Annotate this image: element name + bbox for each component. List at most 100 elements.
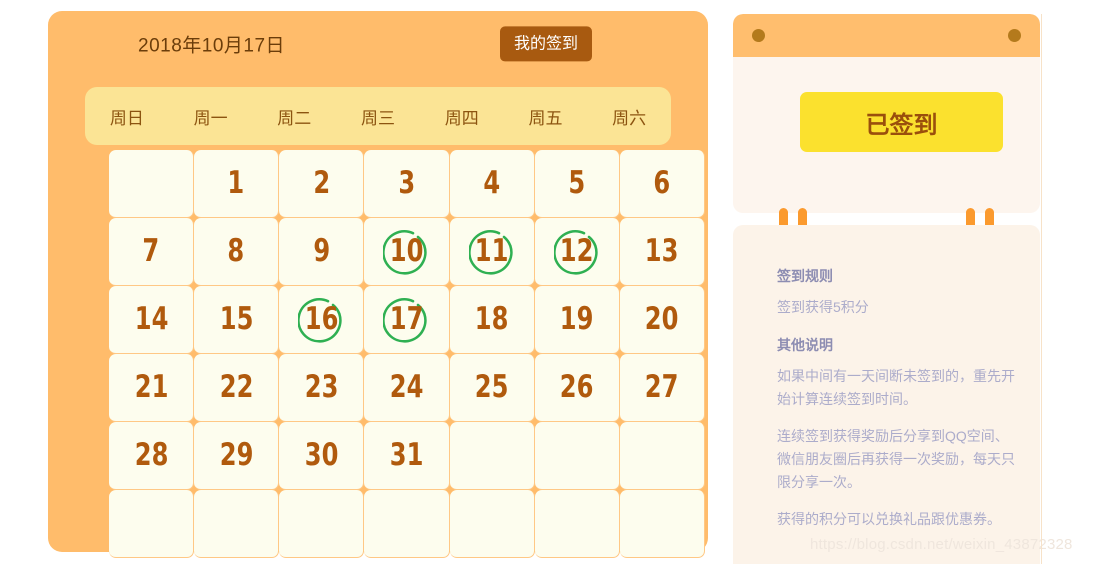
calendar-empty-cell: [364, 490, 450, 558]
calendar-day-cell[interactable]: 17: [364, 286, 450, 354]
calendar-day-cell[interactable]: 10: [364, 218, 450, 286]
calendar-day-cell[interactable]: 1: [194, 150, 280, 218]
calendar-day-cell[interactable]: 22: [194, 354, 280, 422]
weekday-header-cell: 周五: [528, 108, 563, 128]
calendar-day-number: 29: [219, 437, 254, 473]
binder-hole-left-icon: [752, 29, 765, 42]
checkin-card-topbar: [733, 14, 1040, 57]
rules-section-heading: 其他说明: [777, 336, 833, 353]
calendar-day-cell[interactable]: 2: [279, 150, 365, 218]
calendar-grid: 1 2 3 4 5 6 7 8 9 10 11 12 13 14 15 16 17 18 19 20 21 22 23 24 2…: [109, 150, 705, 558]
calendar-day-cell[interactable]: 31: [364, 422, 450, 490]
calendar-day-cell[interactable]: 24: [364, 354, 450, 422]
calendar-day-cell[interactable]: 13: [619, 218, 705, 286]
binder-hole-right-icon: [1008, 29, 1021, 42]
calendar-day-cell[interactable]: 14: [109, 286, 195, 354]
calendar-day-cell[interactable]: 25: [449, 354, 535, 422]
calendar-day-number: 31: [389, 437, 424, 473]
calendar-empty-cell: [619, 490, 705, 558]
checked-in-button[interactable]: 已签到: [800, 92, 1003, 152]
calendar-empty-cell: [534, 490, 620, 558]
calendar-day-number: 30: [304, 437, 339, 473]
calendar-day-number: 7: [142, 233, 160, 269]
calendar-day-cell[interactable]: 27: [619, 354, 705, 422]
calendar-day-cell[interactable]: 20: [619, 286, 705, 354]
weekday-header-cell: 周四: [444, 108, 479, 128]
calendar-day-cell[interactable]: 26: [534, 354, 620, 422]
calendar-day-number: 19: [559, 301, 594, 337]
calendar-card: 2018年10月17日 我的签到 周日 周一 周二 周三 周四 周五 周六 12345678…: [48, 11, 708, 558]
calendar-day-number: 12: [559, 233, 594, 269]
calendar-day-cell[interactable]: 3: [364, 150, 450, 218]
rules-paragraph: 连续签到获得奖励后分享到QQ空间、微信朋友圈后再获得一次奖励，每天只限分享一次。: [777, 428, 1015, 490]
calendar-empty-cell: [619, 422, 705, 490]
calendar-day-number: 1: [227, 165, 245, 201]
calendar-day-number: 20: [645, 301, 679, 337]
calendar-day-cell[interactable]: 8: [194, 218, 280, 286]
weekday-header-cell: 周二: [277, 108, 312, 128]
calendar-header: 2018年10月17日 我的签到: [48, 11, 708, 77]
calendar-day-cell[interactable]: 28: [109, 422, 195, 490]
calendar-empty-cell: [194, 490, 280, 558]
calendar-day-number: 25: [474, 369, 509, 405]
calendar-day-number: 26: [559, 369, 594, 405]
calendar-empty-cell: [449, 490, 535, 558]
calendar-day-cell[interactable]: 15: [194, 286, 280, 354]
calendar-date-label: 2018年10月17日: [138, 35, 286, 57]
calendar-day-number: 15: [219, 301, 254, 337]
calendar-day-number: 6: [653, 165, 671, 201]
weekday-header-cell: 周六: [612, 108, 647, 128]
calendar-day-number: 27: [645, 369, 679, 405]
rules-card: 签到规则签到获得5积分 其他说明如果中间有一天间断未签到的，重先开始计算连续签到时…: [733, 225, 1040, 564]
calendar-day-number: 5: [568, 165, 586, 201]
rules-section-heading: 签到规则: [777, 268, 833, 284]
calendar-day-number: 17: [389, 301, 424, 337]
calendar-empty-cell: [534, 422, 620, 490]
calendar-day-number: 10: [389, 233, 424, 269]
calendar-day-number: 14: [134, 301, 168, 337]
calendar-day-number: 23: [304, 369, 339, 405]
calendar-empty-cell: [109, 150, 195, 218]
calendar-day-number: 2: [312, 165, 330, 201]
weekday-header-row: 周日 周一 周二 周三 周四 周五 周六: [85, 87, 671, 145]
weekday-header-cell: 周日: [109, 108, 144, 128]
calendar-day-number: 13: [645, 233, 679, 269]
right-column: 已签到 签到规则签到获得5积分 其他说明如果中间有一天间断未签到的，重先开始计算连…: [733, 14, 1040, 564]
calendar-day-cell[interactable]: 30: [279, 422, 365, 490]
calendar-day-cell[interactable]: 19: [534, 286, 620, 354]
calendar-day-cell[interactable]: 7: [109, 218, 195, 286]
weekday-header-cell: 周三: [361, 108, 396, 128]
calendar-day-cell[interactable]: 18: [449, 286, 535, 354]
calendar-day-number: 4: [483, 165, 501, 201]
rules-paragraph: 获得的积分可以兑换礼品跟优惠券。: [777, 511, 1001, 528]
calendar-day-cell[interactable]: 5: [534, 150, 620, 218]
calendar-day-number: 24: [389, 369, 424, 405]
calendar-day-number: 28: [134, 437, 168, 473]
calendar-day-number: 3: [398, 165, 415, 201]
checkin-card: 已签到: [733, 14, 1040, 213]
calendar-day-number: 22: [219, 369, 254, 405]
calendar-empty-cell: [109, 490, 195, 558]
calendar-day-number: 8: [227, 233, 245, 269]
calendar-day-number: 11: [474, 233, 509, 269]
calendar-day-number: 16: [304, 301, 339, 337]
calendar-day-cell[interactable]: 16: [279, 286, 365, 354]
calendar-day-cell[interactable]: 29: [194, 422, 280, 490]
weekday-header-cell: 周一: [193, 108, 228, 128]
calendar-day-number: 18: [474, 301, 509, 337]
calendar-day-cell[interactable]: 12: [534, 218, 620, 286]
rules-paragraph: 签到获得5积分: [777, 299, 869, 316]
calendar-day-number: 21: [134, 369, 168, 405]
calendar-day-cell[interactable]: 4: [449, 150, 535, 218]
calendar-day-cell[interactable]: 23: [279, 354, 365, 422]
calendar-day-cell[interactable]: 21: [109, 354, 195, 422]
rules-paragraph: 如果中间有一天间断未签到的，重先开始计算连续签到时间。: [777, 368, 1015, 407]
panel-divider: [1041, 14, 1042, 564]
calendar-empty-cell: [279, 490, 365, 558]
rules-content: 签到规则签到获得5积分 其他说明如果中间有一天间断未签到的，重先开始计算连续签到时…: [777, 267, 1017, 548]
calendar-day-cell[interactable]: 9: [279, 218, 365, 286]
calendar-empty-cell: [449, 422, 535, 490]
calendar-day-cell[interactable]: 6: [619, 150, 705, 218]
calendar-day-cell[interactable]: 11: [449, 218, 535, 286]
my-checkin-button[interactable]: 我的签到: [499, 26, 592, 62]
